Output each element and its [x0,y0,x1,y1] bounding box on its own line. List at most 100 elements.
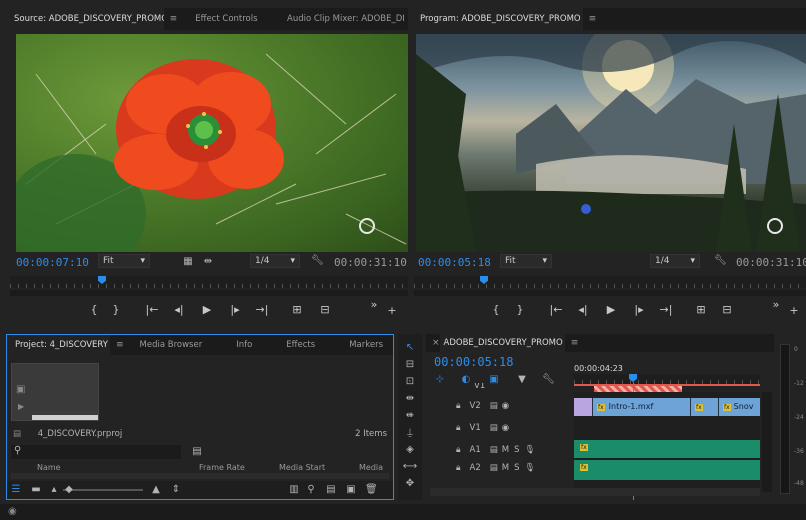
close-icon[interactable]: × [432,338,440,348]
tab-media-browser[interactable]: Media Browser [132,335,211,355]
source-time-ruler[interactable] [10,276,408,288]
tab-menu-icon[interactable]: ≡ [116,340,124,350]
timeline-timecode[interactable]: 00:00:05:18 [434,355,513,369]
ripple-edit-tool-icon[interactable]: ⊡ [402,376,418,388]
lock-icon[interactable]: 🔒︎ [456,423,461,433]
audio-clip-a1[interactable]: fx [574,440,760,458]
col-name[interactable]: Name [37,463,61,472]
timeline-time-ruler[interactable] [574,374,760,384]
lock-icon[interactable]: 🔒︎ [456,445,461,455]
project-search-bar[interactable]: ⚲ [11,445,181,459]
program-time-ruler[interactable] [414,276,806,288]
project-thumbnail[interactable]: ▣ ▶ [11,363,99,421]
program-resolution-select[interactable]: 1/4 ▾ [650,254,700,268]
rate-stretch-tool-icon[interactable]: ⇺ [402,410,418,422]
zoom-large-icon[interactable]: ▲ [149,484,163,496]
sync-icon[interactable]: ▤ [490,423,498,433]
split-icon[interactable]: ⇹ [202,256,214,268]
go-to-in-icon[interactable]: |← [548,303,564,316]
col-media-start[interactable]: Media Start [279,463,325,472]
new-bin-icon[interactable]: ▤ [191,446,203,458]
solo-icon[interactable]: S [514,463,519,473]
sync-icon[interactable]: ▤ [490,445,498,455]
insert-icon[interactable]: ⊞ [288,303,306,316]
lock-icon[interactable]: 🔒︎ [456,463,461,473]
col-media-end[interactable]: Media E [359,463,389,473]
project-scroll-bar[interactable] [11,473,389,479]
tab-source[interactable]: Source: ADOBE_DISCOVERY_PROMO [6,8,164,30]
program-timecode[interactable]: 00:00:05:18 [418,256,491,269]
play-icon[interactable]: ▶ [200,303,214,316]
go-to-out-icon[interactable]: →| [254,303,270,316]
video-clip-intro[interactable]: fx Intro-1.mxf [592,398,690,416]
go-to-in-icon[interactable]: |← [144,303,160,316]
new-item-icon[interactable]: ▣ [345,484,357,496]
microphone-icon[interactable]: 🎙︎ [525,463,536,473]
icon-view-icon[interactable]: ▬ [31,484,41,496]
slide-tool-icon[interactable]: ⟷ [402,461,418,473]
trash-icon[interactable]: 🗑︎ [365,484,378,496]
mark-in-icon[interactable]: { [490,303,502,316]
tab-info[interactable]: Info [228,335,260,355]
zoom-slider-thumb-icon[interactable]: ◆ [65,484,73,496]
find-icon[interactable]: ⚲ [305,484,317,496]
go-to-out-icon[interactable]: →| [658,303,674,316]
pen-tool-icon[interactable]: ✥ [402,478,418,490]
source-zoom-select[interactable]: Fit ▾ [98,254,150,268]
add-button-icon[interactable]: + [386,304,398,317]
program-zoom-select[interactable]: Fit ▾ [500,254,552,268]
eye-icon[interactable]: ◉ [502,401,509,411]
tab-menu-icon[interactable]: ≡ [589,14,597,24]
add-button-icon[interactable]: + [788,304,800,317]
overwrite-icon[interactable]: ⊟ [316,303,334,316]
microphone-icon[interactable]: 🎙︎ [525,445,536,455]
rolling-edit-tool-icon[interactable]: ⇹ [402,393,418,405]
tab-markers[interactable]: Markers [341,335,391,355]
list-view-icon[interactable]: ☰ [11,484,21,496]
transition-clip[interactable] [574,398,592,416]
lock-icon[interactable]: 🔒︎ [456,401,461,411]
step-back-icon[interactable]: ◂| [576,303,590,316]
film-icon[interactable]: ▦ [182,256,194,268]
zoom-small-icon[interactable]: ▴ [49,484,59,496]
status-icon[interactable]: ◉ [8,506,17,517]
tab-menu-icon[interactable]: ≡ [170,14,178,24]
audio-clip-a2[interactable]: fx [574,460,760,480]
more-controls-icon[interactable]: » [770,298,782,311]
sort-icon[interactable]: ⇕ [171,484,181,496]
video-clip-snov[interactable]: fx Snov [718,398,760,416]
wrench-icon[interactable]: 🔧︎ [311,255,324,267]
tab-project[interactable]: Project: 4_DISCOVERY [7,335,110,355]
wrench-icon[interactable]: 🔧︎ [714,255,727,267]
track-select-tool-icon[interactable]: ⊟ [402,359,418,371]
automate-icon[interactable]: ▥ [287,484,301,496]
mark-out-icon[interactable]: } [514,303,526,316]
more-controls-icon[interactable]: » [368,298,380,311]
extract-icon[interactable]: ⊟ [718,303,736,316]
thumbnail-zoom-slider[interactable] [63,489,143,491]
col-frame-rate[interactable]: Frame Rate [199,463,245,472]
play-icon[interactable]: ▶ [604,303,618,316]
video-clip-small[interactable]: fx [690,398,718,416]
timeline-horizontal-scroll[interactable] [430,488,760,496]
sync-icon[interactable]: ▤ [490,401,498,411]
step-forward-icon[interactable]: |▸ [228,303,242,316]
razor-tool-icon[interactable]: ⍊ [402,427,418,439]
selection-tool-icon[interactable]: ↖ [402,342,418,354]
lift-icon[interactable]: ⊞ [692,303,710,316]
tab-audio-clip-mixer[interactable]: Audio Clip Mixer: ADOBE_DI [279,8,408,30]
new-bin-icon[interactable]: ▤ [325,484,337,496]
step-back-icon[interactable]: ◂| [172,303,186,316]
tab-effect-controls[interactable]: Effect Controls [187,8,263,30]
tab-timeline-sequence[interactable]: ADOBE_DISCOVERY_PROMO [439,334,565,352]
mark-in-icon[interactable]: { [88,303,100,316]
source-timecode[interactable]: 00:00:07:10 [16,256,89,269]
solo-icon[interactable]: S [514,445,519,455]
source-resolution-select[interactable]: 1/4 ▾ [250,254,300,268]
timeline-vertical-scroll[interactable] [762,392,772,492]
source-scroll-bar[interactable] [10,290,408,296]
program-scroll-bar[interactable] [414,290,806,296]
step-forward-icon[interactable]: |▸ [632,303,646,316]
tab-menu-icon[interactable]: ≡ [571,338,579,348]
mute-icon[interactable]: M [502,445,509,455]
